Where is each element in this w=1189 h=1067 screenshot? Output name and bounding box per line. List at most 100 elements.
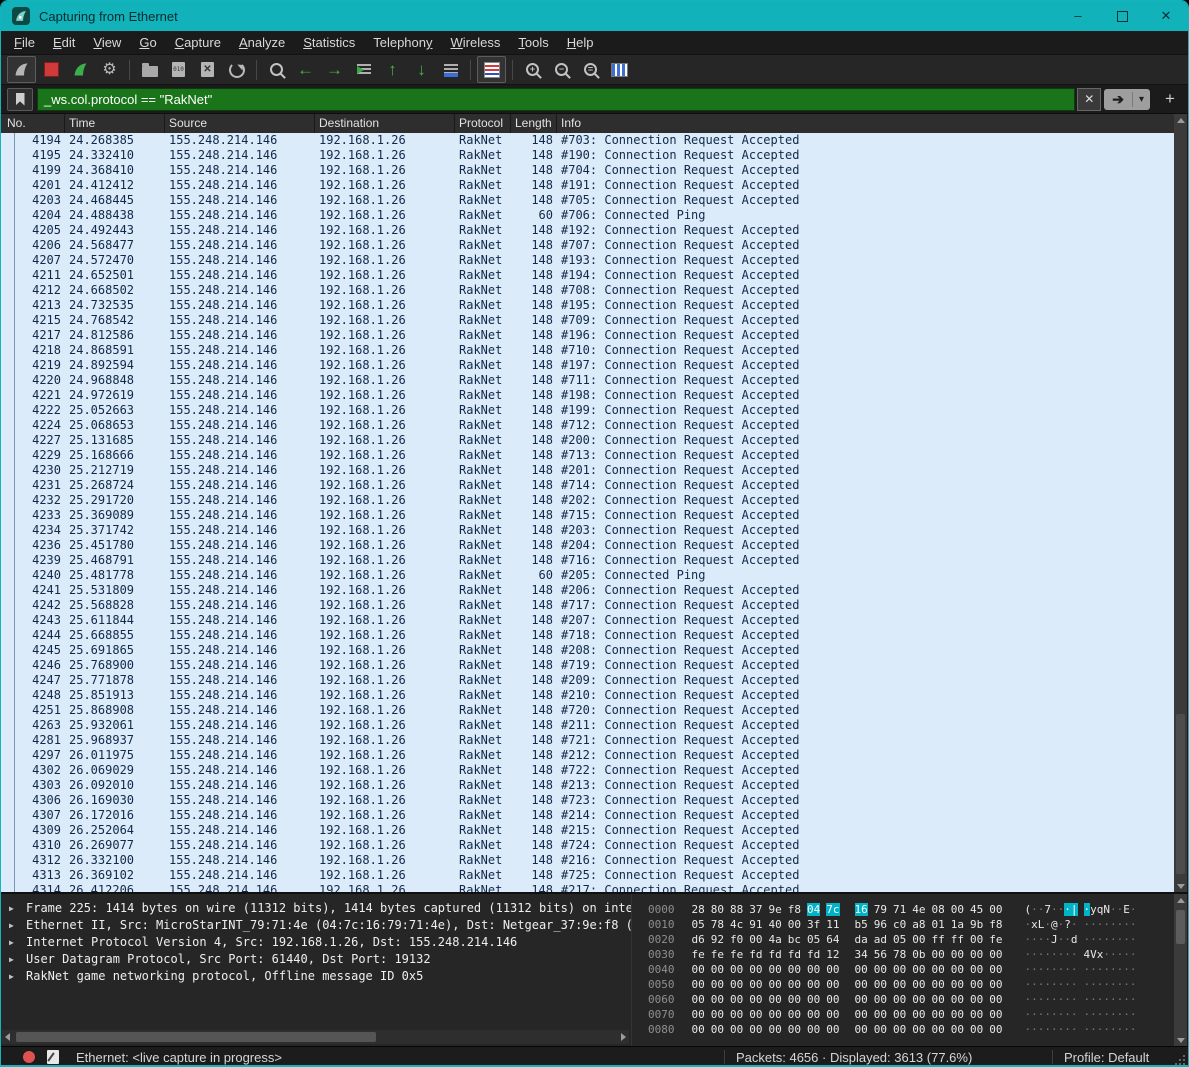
- detail-row[interactable]: ▶RakNet game networking protocol, Offlin…: [1, 968, 631, 985]
- packet-row[interactable]: 420124.412412155.248.214.146192.168.1.26…: [1, 178, 1174, 193]
- capture-active-icon[interactable]: [23, 1051, 35, 1063]
- add-filter-button[interactable]: +: [1158, 89, 1182, 110]
- packet-row[interactable]: 422725.131685155.248.214.146192.168.1.26…: [1, 433, 1174, 448]
- hex-bytes[interactable]: 00000000000000000000000000000000: [692, 978, 1009, 991]
- hex-bytes[interactable]: 00000000000000000000000000000000: [692, 993, 1009, 1006]
- resize-columns-button[interactable]: [606, 57, 633, 82]
- display-filter-input[interactable]: _ws.col.protocol == "RakNet": [37, 88, 1075, 111]
- packet-row[interactable]: 422225.052663155.248.214.146192.168.1.26…: [1, 403, 1174, 418]
- filter-bookmark-button[interactable]: [7, 88, 33, 111]
- packet-row[interactable]: 429726.011975155.248.214.146192.168.1.26…: [1, 748, 1174, 763]
- hex-bytes[interactable]: 288088379ef8047c1679714e08004500: [692, 903, 1009, 916]
- previous-packet-button[interactable]: ←: [292, 57, 319, 82]
- packet-row[interactable]: 422024.968848155.248.214.146192.168.1.26…: [1, 373, 1174, 388]
- scrollbar-thumb[interactable]: [16, 1032, 376, 1042]
- minimize-button[interactable]: –: [1056, 1, 1100, 31]
- hex-ascii[interactable]: ················: [1025, 1023, 1137, 1036]
- capture-options-button[interactable]: ⚙: [96, 57, 123, 82]
- filter-clear-button[interactable]: ✕: [1077, 88, 1101, 111]
- packet-row[interactable]: 420724.572470155.248.214.146192.168.1.26…: [1, 253, 1174, 268]
- filter-apply-button[interactable]: ➔ ▾: [1104, 89, 1150, 110]
- scroll-up-icon[interactable]: [1174, 114, 1187, 126]
- packet-row[interactable]: 421224.668502155.248.214.146192.168.1.26…: [1, 283, 1174, 298]
- details-hscrollbar[interactable]: [1, 1030, 629, 1044]
- column-divider[interactable]: [314, 114, 315, 133]
- packet-row[interactable]: 430926.252064155.248.214.146192.168.1.26…: [1, 823, 1174, 838]
- column-divider[interactable]: [64, 114, 65, 133]
- profile-status[interactable]: Profile: Default: [1064, 1050, 1149, 1065]
- expand-arrow-icon[interactable]: ▶: [9, 900, 19, 917]
- packet-row[interactable]: 423425.371742155.248.214.146192.168.1.26…: [1, 523, 1174, 538]
- packet-row[interactable]: 431226.332100155.248.214.146192.168.1.26…: [1, 853, 1174, 868]
- packet-row[interactable]: 424325.611844155.248.214.146192.168.1.26…: [1, 613, 1174, 628]
- hex-ascii[interactable]: ················: [1025, 963, 1137, 976]
- packet-row[interactable]: 425125.868908155.248.214.146192.168.1.26…: [1, 703, 1174, 718]
- expand-arrow-icon[interactable]: ▶: [9, 951, 19, 968]
- packet-row[interactable]: 424425.668855155.248.214.146192.168.1.26…: [1, 628, 1174, 643]
- packet-row[interactable]: 430226.069029155.248.214.146192.168.1.26…: [1, 763, 1174, 778]
- menu-item-edit[interactable]: Edit: [44, 32, 84, 53]
- save-file-button[interactable]: 010: [165, 57, 192, 82]
- hex-bytes[interactable]: fefefefdfdfdfd123456780b00000000: [692, 948, 1009, 961]
- hex-row[interactable]: 007000000000000000000000000000000000····…: [632, 1007, 1174, 1022]
- column-divider[interactable]: [454, 114, 455, 133]
- packet-row[interactable]: 424825.851913155.248.214.146192.168.1.26…: [1, 688, 1174, 703]
- hex-row[interactable]: 005000000000000000000000000000000000····…: [632, 977, 1174, 992]
- packet-row[interactable]: 430326.092010155.248.214.146192.168.1.26…: [1, 778, 1174, 793]
- zoom-out-button[interactable]: −: [548, 57, 575, 82]
- capture-comment-icon[interactable]: [47, 1050, 59, 1064]
- packet-row[interactable]: 424525.691865155.248.214.146192.168.1.26…: [1, 643, 1174, 658]
- detail-row[interactable]: ▶Frame 225: 1414 bytes on wire (11312 bi…: [1, 900, 631, 917]
- next-packet-button[interactable]: →: [321, 57, 348, 82]
- hex-ascii[interactable]: ················: [1025, 1008, 1137, 1021]
- packet-row[interactable]: 424025.481778155.248.214.146192.168.1.26…: [1, 568, 1174, 583]
- hex-ascii[interactable]: (··7···|·yqN··E·: [1025, 903, 1137, 916]
- packet-row[interactable]: 423625.451780155.248.214.146192.168.1.26…: [1, 538, 1174, 553]
- scroll-up-icon[interactable]: [1174, 894, 1187, 906]
- packet-row[interactable]: 430726.172016155.248.214.146192.168.1.26…: [1, 808, 1174, 823]
- packet-row[interactable]: 424725.771878155.248.214.146192.168.1.26…: [1, 673, 1174, 688]
- capture-source-status[interactable]: Ethernet: <live capture in progress>: [76, 1050, 282, 1065]
- packet-row[interactable]: 424125.531809155.248.214.146192.168.1.26…: [1, 583, 1174, 598]
- packet-row[interactable]: 421524.768542155.248.214.146192.168.1.26…: [1, 313, 1174, 328]
- column-header-protocol[interactable]: Protocol: [459, 116, 503, 130]
- hex-row[interactable]: 0030fefefefdfdfdfd123456780b00000000····…: [632, 947, 1174, 962]
- scroll-down-icon[interactable]: [1174, 880, 1187, 892]
- scroll-down-icon[interactable]: [1174, 1034, 1187, 1046]
- hex-row[interactable]: 0020d692f0004abc0564daad0500ffff00fe····…: [632, 932, 1174, 947]
- hex-ascii[interactable]: ·xL·@·?·········: [1025, 918, 1137, 931]
- scroll-left-icon[interactable]: [1, 1030, 13, 1044]
- hex-ascii[interactable]: ····J··d········: [1025, 933, 1137, 946]
- expand-arrow-icon[interactable]: ▶: [9, 934, 19, 951]
- hex-bytes[interactable]: 05784c9140003f11b596c0a8011a9bf8: [692, 918, 1009, 931]
- hex-row[interactable]: 001005784c9140003f11b596c0a8011a9bf8·xL·…: [632, 917, 1174, 932]
- menu-item-telephony[interactable]: Telephony: [364, 32, 441, 53]
- packet-row[interactable]: 423025.212719155.248.214.146192.168.1.26…: [1, 463, 1174, 478]
- stop-capture-button[interactable]: [38, 57, 65, 82]
- hex-row[interactable]: 0000288088379ef8047c1679714e08004500(··7…: [632, 902, 1174, 917]
- packet-row[interactable]: 420524.492443155.248.214.146192.168.1.26…: [1, 223, 1174, 238]
- packet-row[interactable]: 423925.468791155.248.214.146192.168.1.26…: [1, 553, 1174, 568]
- expand-arrow-icon[interactable]: ▶: [9, 917, 19, 934]
- column-divider[interactable]: [556, 114, 557, 133]
- packet-row[interactable]: 419524.332410155.248.214.146192.168.1.26…: [1, 148, 1174, 163]
- hex-ascii[interactable]: ········4Vx·····: [1025, 948, 1137, 961]
- packet-row[interactable]: 419424.268385155.248.214.146192.168.1.26…: [1, 133, 1174, 148]
- column-header-time[interactable]: Time: [69, 116, 95, 130]
- packet-row[interactable]: 419924.368410155.248.214.146192.168.1.26…: [1, 163, 1174, 178]
- column-header-info[interactable]: Info: [561, 116, 581, 130]
- packet-row[interactable]: 431026.269077155.248.214.146192.168.1.26…: [1, 838, 1174, 853]
- hex-pane-scrollbar[interactable]: [1174, 894, 1187, 1046]
- scroll-right-icon[interactable]: [617, 1030, 629, 1044]
- column-header-no[interactable]: No.: [7, 116, 26, 130]
- colorize-button[interactable]: [477, 56, 506, 83]
- go-to-packet-button[interactable]: [350, 57, 377, 82]
- packet-list-scrollbar[interactable]: [1174, 114, 1187, 892]
- packet-row[interactable]: 423225.291720155.248.214.146192.168.1.26…: [1, 493, 1174, 508]
- packet-row[interactable]: 431426.412206155.248.214.146192.168.1.26…: [1, 883, 1174, 892]
- menu-item-help[interactable]: Help: [558, 32, 603, 53]
- packet-row[interactable]: 420324.468445155.248.214.146192.168.1.26…: [1, 193, 1174, 208]
- hex-bytes[interactable]: 00000000000000000000000000000000: [692, 1023, 1009, 1036]
- packet-row[interactable]: 424225.568828155.248.214.146192.168.1.26…: [1, 598, 1174, 613]
- zoom-reset-button[interactable]: =: [577, 57, 604, 82]
